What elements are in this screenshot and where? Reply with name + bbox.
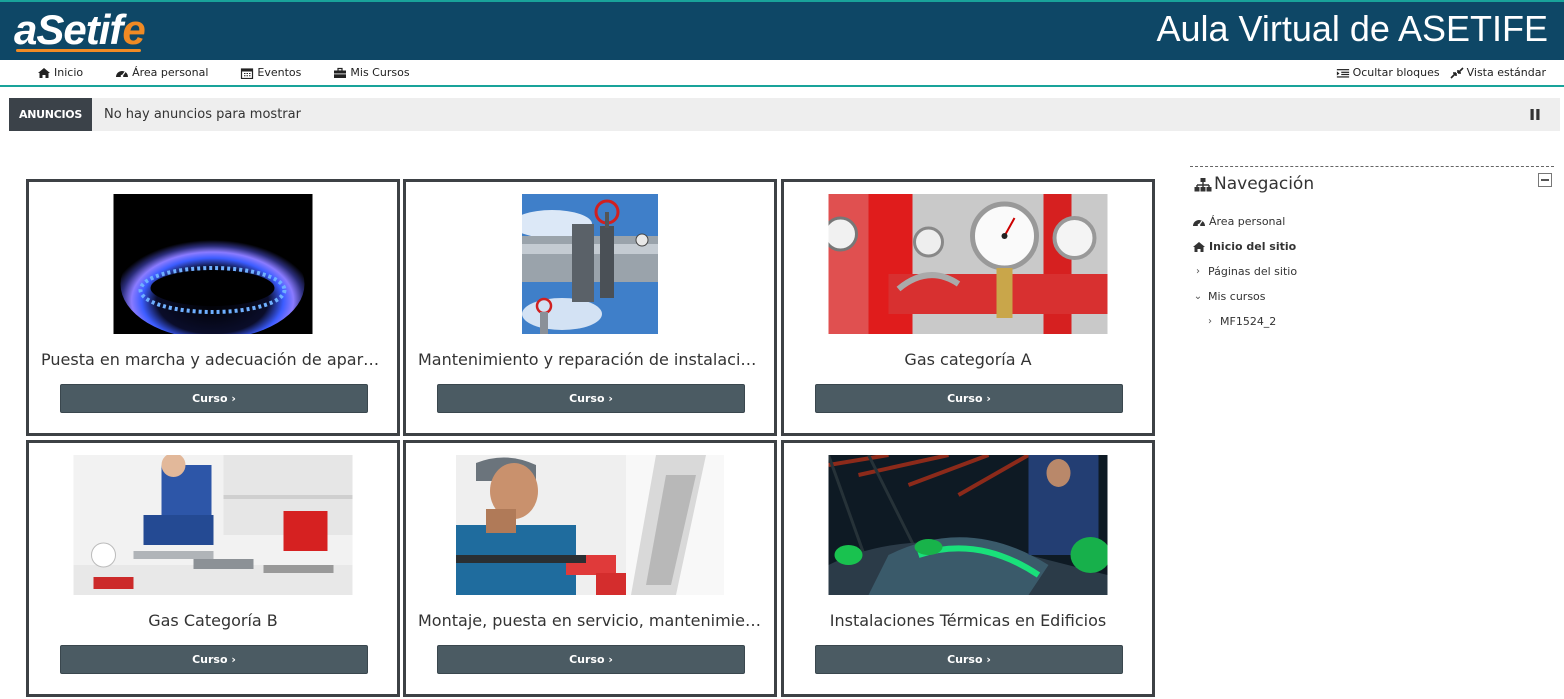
announcements-label: ANUNCIOS: [9, 98, 92, 131]
site-logo[interactable]: aSetife: [14, 6, 146, 54]
course-button[interactable]: Curso ›: [60, 384, 368, 413]
collapse-block-button[interactable]: [1538, 173, 1552, 187]
course-title[interactable]: Instalaciones Térmicas en Edificios: [796, 611, 1140, 630]
hide-blocks-button[interactable]: Ocultar bloques: [1336, 66, 1440, 79]
course-button[interactable]: Curso ›: [437, 384, 745, 413]
course-title[interactable]: Montaje, puesta en servicio, mantenimien…: [418, 611, 762, 630]
announcements-bar: ANUNCIOS No hay anuncios para mostrar: [9, 98, 1560, 131]
course-card: Mantenimiento y reparación de instalacio…: [403, 179, 777, 436]
navigation-block: Navegación Área personal Inicio del siti…: [1190, 166, 1554, 334]
compress-icon: [1450, 66, 1464, 79]
navigation-tree: Área personal Inicio del sitio › Páginas…: [1190, 209, 1554, 334]
home-icon: [38, 67, 50, 78]
nav-item-label: Área personal: [132, 66, 209, 79]
course-card: Gas categoría A Curso ›: [781, 179, 1155, 436]
nav-tree-label: Páginas del sitio: [1208, 264, 1298, 278]
navigation-title: Navegación: [1214, 174, 1315, 194]
pipeline-valve-image[interactable]: [522, 194, 658, 334]
site-title: Aula Virtual de ASETIFE: [1156, 8, 1548, 49]
nav-tree-label: Mis cursos: [1208, 289, 1266, 303]
indent-icon: [1336, 68, 1349, 78]
course-button[interactable]: Curso ›: [60, 645, 368, 674]
nav-item-label: Eventos: [257, 66, 302, 79]
navigation-block-header: Navegación: [1190, 167, 1554, 201]
course-button[interactable]: Curso ›: [437, 645, 745, 674]
technician-image[interactable]: [456, 455, 724, 595]
insulation-image[interactable]: [828, 455, 1108, 595]
nav-item-inicio[interactable]: Inicio: [37, 66, 83, 79]
nav-item-label: Mis Cursos: [350, 66, 410, 79]
site-header: aSetife Aula Virtual de ASETIFE: [0, 2, 1564, 60]
briefcase-icon: [334, 67, 347, 78]
course-card: Gas Categoría B Curso ›: [26, 440, 400, 697]
nav-item-mis-cursos[interactable]: Mis Cursos: [333, 66, 410, 79]
course-button[interactable]: Curso ›: [815, 384, 1123, 413]
nav-tree-item-mis-cursos[interactable]: ⌄ Mis cursos: [1190, 284, 1554, 309]
logo-accent: e: [122, 6, 145, 53]
course-card: Puesta en marcha y adecuación de aparato…: [26, 179, 400, 436]
standard-view-button[interactable]: Vista estándar: [1450, 66, 1546, 79]
nav-item-area-personal[interactable]: Área personal: [115, 66, 208, 79]
nav-item-eventos[interactable]: Eventos: [240, 66, 301, 79]
plumber-image[interactable]: [73, 455, 353, 595]
nav-item-label: Vista estándar: [1466, 66, 1546, 79]
nav-tree-label: Inicio del sitio: [1209, 239, 1297, 253]
nav-tree-item-paginas-del-sitio[interactable]: › Páginas del sitio: [1190, 259, 1554, 284]
logo-underline: [16, 49, 141, 52]
course-title[interactable]: Gas categoría A: [796, 350, 1140, 369]
dashboard-icon: [116, 70, 129, 77]
announcements-text: No hay anuncios para mostrar: [104, 107, 301, 122]
course-card: Instalaciones Térmicas en Edificios Curs…: [781, 440, 1155, 697]
course-card: Montaje, puesta en servicio, mantenimien…: [403, 440, 777, 697]
course-title[interactable]: Mantenimiento y reparación de instalacio…: [418, 350, 762, 369]
course-title[interactable]: Puesta en marcha y adecuación de aparato…: [41, 350, 385, 369]
dashboard-icon: [1193, 219, 1205, 226]
nav-tree-label: MF1524_2: [1220, 314, 1277, 328]
chevron-right-icon: ›: [1196, 265, 1200, 277]
chevron-down-icon: ⌄: [1193, 290, 1203, 302]
sitemap-icon: [1194, 178, 1212, 192]
chevron-right-icon: ›: [1208, 315, 1212, 327]
logo-text: aSetif: [14, 6, 123, 53]
gas-flame-image[interactable]: [113, 194, 313, 334]
course-title[interactable]: Gas Categoría B: [41, 611, 385, 630]
main-navbar: Inicio Área personal Eventos Mis Cursos …: [0, 60, 1564, 87]
nav-item-label: Inicio: [54, 66, 84, 79]
nav-tree-item-inicio-del-sitio[interactable]: Inicio del sitio: [1190, 234, 1554, 259]
nav-tree-label: Área personal: [1209, 214, 1286, 228]
home-icon: [1193, 241, 1205, 252]
nav-tree-item-area-personal[interactable]: Área personal: [1190, 209, 1554, 234]
nav-tree-item-mf1524-2[interactable]: › MF1524_2: [1190, 309, 1554, 334]
calendar-icon: [241, 67, 254, 79]
nav-item-label: Ocultar bloques: [1352, 66, 1440, 79]
pressure-gauges-image[interactable]: [828, 194, 1108, 334]
pause-icon[interactable]: [1530, 109, 1540, 120]
course-button[interactable]: Curso ›: [815, 645, 1123, 674]
